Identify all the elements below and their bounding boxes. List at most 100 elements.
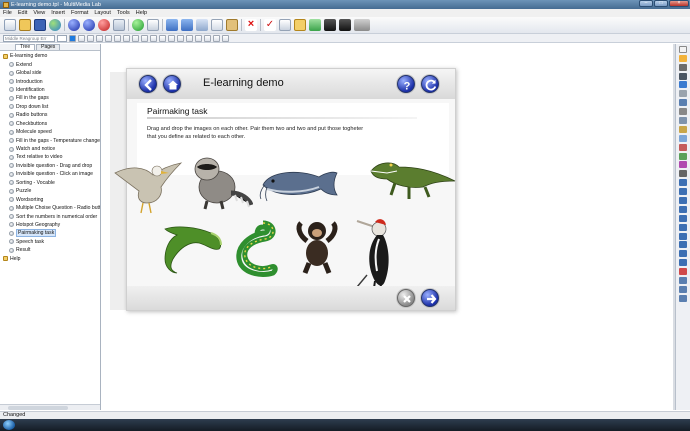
copy-icon[interactable] xyxy=(211,19,223,31)
table-icon[interactable] xyxy=(679,241,687,249)
tree-item[interactable]: Speech task xyxy=(0,238,100,246)
catfish-image[interactable] xyxy=(259,163,339,203)
group-icon[interactable] xyxy=(186,34,193,42)
delete-icon[interactable]: × xyxy=(245,19,257,31)
record-icon[interactable] xyxy=(98,19,110,31)
tree-item[interactable]: Puzzle xyxy=(0,187,100,195)
tree-item[interactable]: Checkbuttons xyxy=(0,120,100,128)
video-icon[interactable] xyxy=(679,143,687,151)
menu-help[interactable]: Help xyxy=(136,10,147,16)
align-right-icon[interactable] xyxy=(105,34,112,42)
tree-item[interactable]: Identification xyxy=(0,86,100,94)
menu-insert[interactable]: Insert xyxy=(51,10,65,16)
tree-item[interactable]: Wordsorting xyxy=(0,195,100,203)
paste-icon[interactable] xyxy=(226,19,238,31)
tree-item[interactable]: Pairmaking task xyxy=(0,229,100,238)
align-middle-icon[interactable] xyxy=(123,34,130,42)
close-button[interactable]: × xyxy=(669,0,689,7)
color-icon[interactable] xyxy=(69,34,76,42)
editor-canvas[interactable]: E-learning demo ? Pairmaking task Drag a… xyxy=(102,44,673,410)
preview-icon[interactable] xyxy=(113,19,125,31)
combo-icon[interactable] xyxy=(679,134,687,142)
bring-front-icon[interactable] xyxy=(168,34,175,42)
hotspot-icon[interactable] xyxy=(679,214,687,222)
shape-icon[interactable] xyxy=(679,277,687,285)
tree-item[interactable]: Fill in the gaps - Temperature change xyxy=(0,136,100,144)
tree-item[interactable]: Sorting - Vocable xyxy=(0,179,100,187)
undo-icon[interactable] xyxy=(166,19,178,31)
tree-item[interactable]: Invisible question - Click an image xyxy=(0,170,100,178)
globe-icon[interactable] xyxy=(49,19,61,31)
flash-icon[interactable] xyxy=(679,161,687,169)
tree-item[interactable]: Multiple Choise Question - Radio butt xyxy=(0,204,100,212)
chart-icon[interactable] xyxy=(679,250,687,258)
tree-item[interactable]: Global side xyxy=(0,69,100,77)
align-center-icon[interactable] xyxy=(96,34,103,42)
chimpanzee-image[interactable] xyxy=(295,219,339,275)
new-icon[interactable] xyxy=(4,19,16,31)
align-top-icon[interactable] xyxy=(114,34,121,42)
page-icon[interactable] xyxy=(279,19,291,31)
tree-item[interactable]: Hotspot Geography xyxy=(0,221,100,229)
drop-icon[interactable] xyxy=(679,232,687,240)
menu-tools[interactable]: Tools xyxy=(117,10,130,16)
font-combo[interactable]: Middle Reagroup Err xyxy=(3,34,55,42)
textbox-icon[interactable] xyxy=(679,72,687,80)
nav-icon[interactable] xyxy=(679,179,687,187)
tree-item[interactable]: Sort the numbers in numerical order xyxy=(0,212,100,220)
tree-item[interactable]: Invisible question - Drag and drop xyxy=(0,162,100,170)
drag-icon[interactable] xyxy=(679,223,687,231)
horizontal-scrollbar[interactable] xyxy=(0,404,100,410)
button-icon[interactable] xyxy=(679,90,687,98)
stop-icon[interactable] xyxy=(147,19,159,31)
text-icon[interactable] xyxy=(679,63,687,71)
crocodile-image[interactable] xyxy=(369,151,457,203)
tools-dropdown-icon[interactable] xyxy=(354,19,370,31)
link-icon[interactable] xyxy=(679,170,687,178)
start-button[interactable] xyxy=(3,420,15,430)
menu-layout[interactable]: Layout xyxy=(94,10,111,16)
input-field-icon[interactable] xyxy=(679,99,687,107)
minimize-button[interactable]: – xyxy=(639,0,653,7)
folder-icon[interactable] xyxy=(294,19,306,31)
menu-view[interactable]: View xyxy=(33,10,45,16)
same-width-icon[interactable] xyxy=(141,34,148,42)
checkbox-icon[interactable] xyxy=(679,108,687,116)
tree-item[interactable]: Drop down list xyxy=(0,103,100,111)
ungroup-icon[interactable] xyxy=(195,34,202,42)
tree-item[interactable]: Molecule speed xyxy=(0,128,100,136)
check-icon[interactable]: ✓ xyxy=(264,19,276,31)
tab-pages[interactable]: Pages xyxy=(36,44,61,50)
select-icon[interactable] xyxy=(679,45,687,53)
arrow-icon[interactable] xyxy=(679,285,687,293)
bold-icon[interactable] xyxy=(78,34,85,42)
lock-icon[interactable] xyxy=(213,34,220,42)
maximize-button[interactable]: □ xyxy=(654,0,668,7)
raccoon-image[interactable] xyxy=(187,153,253,211)
cut-icon[interactable] xyxy=(196,19,208,31)
back-icon[interactable] xyxy=(68,19,80,31)
timer-icon[interactable] xyxy=(679,197,687,205)
back-button[interactable] xyxy=(139,75,157,93)
help-button[interactable]: ? xyxy=(397,75,415,93)
reset-button[interactable] xyxy=(397,289,415,307)
tree-item[interactable]: Fill in the gaps xyxy=(0,94,100,102)
score-icon[interactable] xyxy=(679,205,687,213)
tree-item[interactable]: Radio buttons xyxy=(0,111,100,119)
next-button[interactable] xyxy=(421,289,439,307)
camera-icon[interactable] xyxy=(324,19,336,31)
web-icon[interactable] xyxy=(679,259,687,267)
picture-icon[interactable] xyxy=(679,81,687,89)
send-back-icon[interactable] xyxy=(177,34,184,42)
play-icon[interactable] xyxy=(132,19,144,31)
pencil-icon[interactable] xyxy=(679,54,687,62)
sound-icon[interactable] xyxy=(679,152,687,160)
forward-icon[interactable] xyxy=(83,19,95,31)
same-height-icon[interactable] xyxy=(150,34,157,42)
menu-edit[interactable]: Edit xyxy=(18,10,27,16)
align-bottom-icon[interactable] xyxy=(132,34,139,42)
snake-image[interactable] xyxy=(235,217,279,277)
refresh-button[interactable] xyxy=(421,75,439,93)
tree-item[interactable]: Introduction xyxy=(0,77,100,85)
slide[interactable]: E-learning demo ? Pairmaking task Drag a… xyxy=(114,68,457,311)
